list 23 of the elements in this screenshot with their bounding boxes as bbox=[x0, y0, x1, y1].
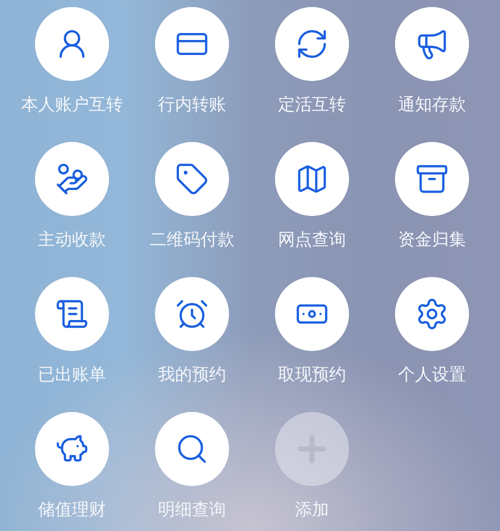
shortcut-label: 我的预约 bbox=[158, 364, 226, 387]
shortcut-label: 资金归集 bbox=[398, 229, 466, 252]
shortcut-label: 添加 bbox=[295, 499, 329, 522]
shortcut-label: 已出账单 bbox=[38, 364, 106, 387]
settings-icon bbox=[415, 297, 449, 331]
tag-icon bbox=[175, 162, 209, 196]
search-icon bbox=[175, 432, 209, 466]
megaphone-icon bbox=[415, 27, 449, 61]
shortcut-label: 明细查询 bbox=[158, 499, 226, 522]
shortcut-label: 网点查询 bbox=[278, 229, 346, 252]
shortcut-label: 本人账户互转 bbox=[21, 94, 123, 117]
shortcut-label: 取现预约 bbox=[278, 364, 346, 387]
bill-scroll-icon bbox=[55, 297, 89, 331]
shortcut-label: 储值理财 bbox=[38, 499, 106, 522]
shortcut-label: 定活互转 bbox=[278, 94, 346, 117]
shortcut-label: 行内转账 bbox=[158, 94, 226, 117]
shortcut-label: 个人设置 bbox=[398, 364, 466, 387]
shortcut-label: 主动收款 bbox=[38, 229, 106, 252]
shortcut-label: 通知存款 bbox=[398, 94, 466, 117]
alarm-clock-icon bbox=[175, 297, 209, 331]
hand-coin-icon bbox=[55, 162, 89, 196]
exchange-icon bbox=[295, 27, 329, 61]
shortcut-label: 二维码付款 bbox=[150, 229, 234, 252]
